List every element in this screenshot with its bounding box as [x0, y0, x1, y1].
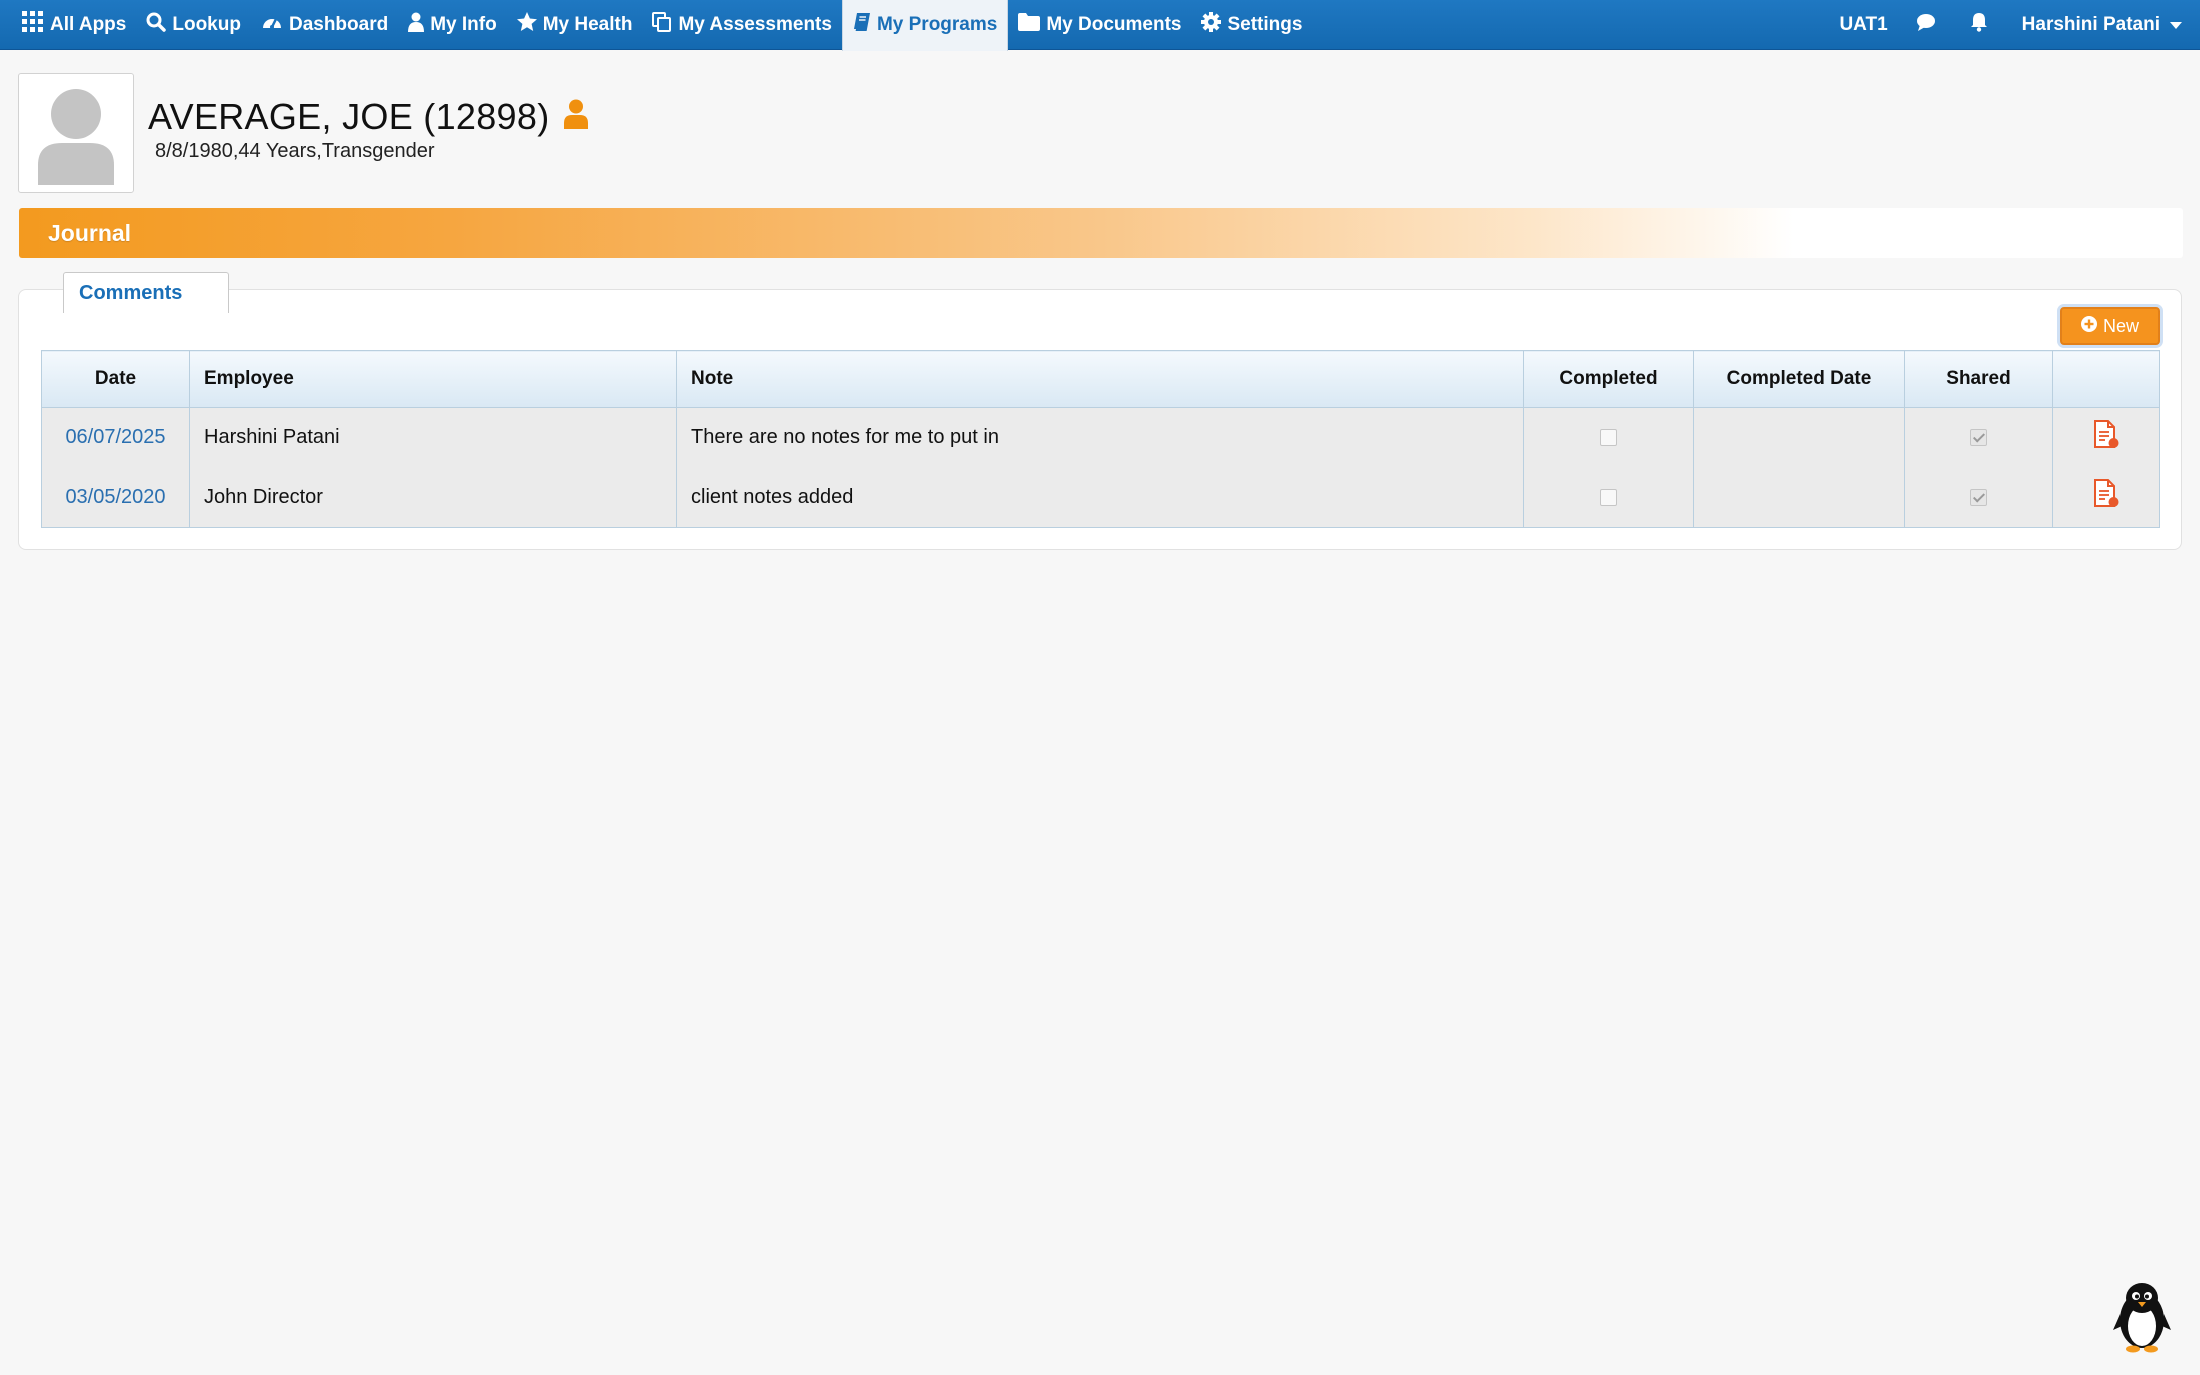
tab-comments[interactable]: Comments: [63, 272, 229, 313]
shared-checkbox[interactable]: [1970, 429, 1987, 447]
table-row: 06/07/2025 Harshini Patani There are no …: [41, 407, 2160, 468]
completed-date-cell: [1693, 407, 1905, 468]
user-name: Harshini Patani: [2021, 14, 2160, 35]
column-header-completed[interactable]: Completed: [1523, 350, 1694, 408]
copy-icon: [652, 11, 678, 38]
notifications-button[interactable]: [1956, 0, 2008, 50]
nav-right-group: UAT1 Harshini Patani: [1825, 0, 2200, 50]
section-banner: Journal: [19, 208, 2183, 258]
star-icon: [516, 11, 543, 38]
nav-my-assessments[interactable]: My Assessments: [642, 0, 841, 50]
completed-date-cell: [1693, 467, 1905, 528]
penguin-assistant-icon[interactable]: [2112, 1278, 2172, 1359]
nav-lookup[interactable]: Lookup: [136, 0, 251, 50]
chat-icon: [1916, 13, 1942, 37]
completed-checkbox[interactable]: [1600, 429, 1617, 447]
shared-cell: [1904, 407, 2053, 468]
nav-label: My Health: [542, 13, 633, 35]
date-link[interactable]: 06/07/2025: [65, 426, 165, 448]
column-header-completed-date[interactable]: Completed Date: [1693, 350, 1905, 408]
nav-my-documents[interactable]: My Documents: [1008, 0, 1191, 50]
date-cell: 03/05/2020: [41, 467, 190, 528]
actions-cell: [2052, 467, 2160, 528]
nav-settings[interactable]: Settings: [1191, 0, 1312, 50]
column-header-employee[interactable]: Employee: [189, 350, 677, 408]
grid-icon: [22, 10, 50, 39]
user-icon: [408, 12, 430, 38]
completed-cell: [1523, 407, 1694, 468]
nav-label: All Apps: [50, 13, 127, 35]
date-cell: 06/07/2025: [41, 407, 190, 468]
note-cell: client notes added: [676, 467, 1524, 528]
client-name-heading: AVERAGE, JOE (12898): [148, 96, 588, 138]
section-title: Journal: [48, 219, 132, 246]
gear-icon: [1201, 11, 1227, 38]
actions-cell: [2052, 407, 2160, 468]
book-icon: [853, 12, 877, 38]
nav-label: Lookup: [172, 13, 241, 35]
nav-label: My Assessments: [678, 13, 832, 35]
column-header-date[interactable]: Date: [41, 350, 190, 408]
environment-label: UAT1: [1839, 14, 1888, 35]
note-cell: There are no notes for me to put in: [676, 407, 1524, 468]
shared-checkbox[interactable]: [1970, 488, 1987, 506]
completed-cell: [1523, 467, 1694, 528]
nav-label: My Programs: [876, 14, 998, 35]
document-report-icon[interactable]: [2092, 479, 2120, 514]
nav-my-programs[interactable]: My Programs: [841, 0, 1009, 51]
avatar-placeholder-icon: [36, 77, 116, 192]
bell-icon: [1970, 12, 1994, 38]
chevron-down-icon: [2170, 21, 2182, 29]
column-header-actions: [2052, 350, 2160, 408]
comments-table: Date Employee Note Completed Completed D…: [41, 350, 2160, 528]
new-button-label: New: [2102, 315, 2139, 336]
plus-circle-icon: [2080, 315, 2103, 337]
column-header-shared[interactable]: Shared: [1904, 350, 2053, 408]
tab-label: Comments: [79, 281, 183, 304]
shared-cell: [1904, 467, 2053, 528]
employee-cell: John Director: [189, 467, 677, 528]
date-link[interactable]: 03/05/2020: [65, 486, 165, 508]
employee-cell: Harshini Patani: [189, 407, 677, 468]
dashboard-icon: [261, 12, 289, 38]
top-navigation-bar: All Apps Lookup Dashboard My Info My Hea…: [0, 0, 2200, 51]
nav-my-health[interactable]: My Health: [507, 0, 643, 50]
nav-label: My Info: [430, 13, 497, 35]
person-icon[interactable]: [563, 96, 588, 138]
client-details: 8/8/1980,44 Years,Transgender: [155, 140, 435, 162]
folder-icon: [1018, 12, 1046, 37]
chat-button[interactable]: [1902, 0, 1956, 50]
table-header-row: Date Employee Note Completed Completed D…: [41, 350, 2160, 408]
nav-dashboard[interactable]: Dashboard: [251, 0, 398, 50]
nav-label: Dashboard: [288, 13, 389, 35]
user-menu[interactable]: Harshini Patani: [2008, 0, 2200, 50]
table-row: 03/05/2020 John Director client notes ad…: [41, 467, 2160, 528]
nav-all-apps[interactable]: All Apps: [12, 0, 136, 50]
document-report-icon[interactable]: [2092, 419, 2120, 455]
avatar: [18, 73, 134, 193]
new-button[interactable]: New: [2060, 307, 2160, 345]
completed-checkbox[interactable]: [1600, 488, 1617, 506]
nav-label: My Documents: [1046, 13, 1182, 35]
client-name: AVERAGE, JOE (12898): [148, 96, 550, 137]
column-header-note[interactable]: Note: [676, 350, 1524, 408]
nav-my-info[interactable]: My Info: [398, 0, 507, 50]
nav-label: Settings: [1227, 13, 1303, 35]
search-icon: [146, 12, 172, 38]
